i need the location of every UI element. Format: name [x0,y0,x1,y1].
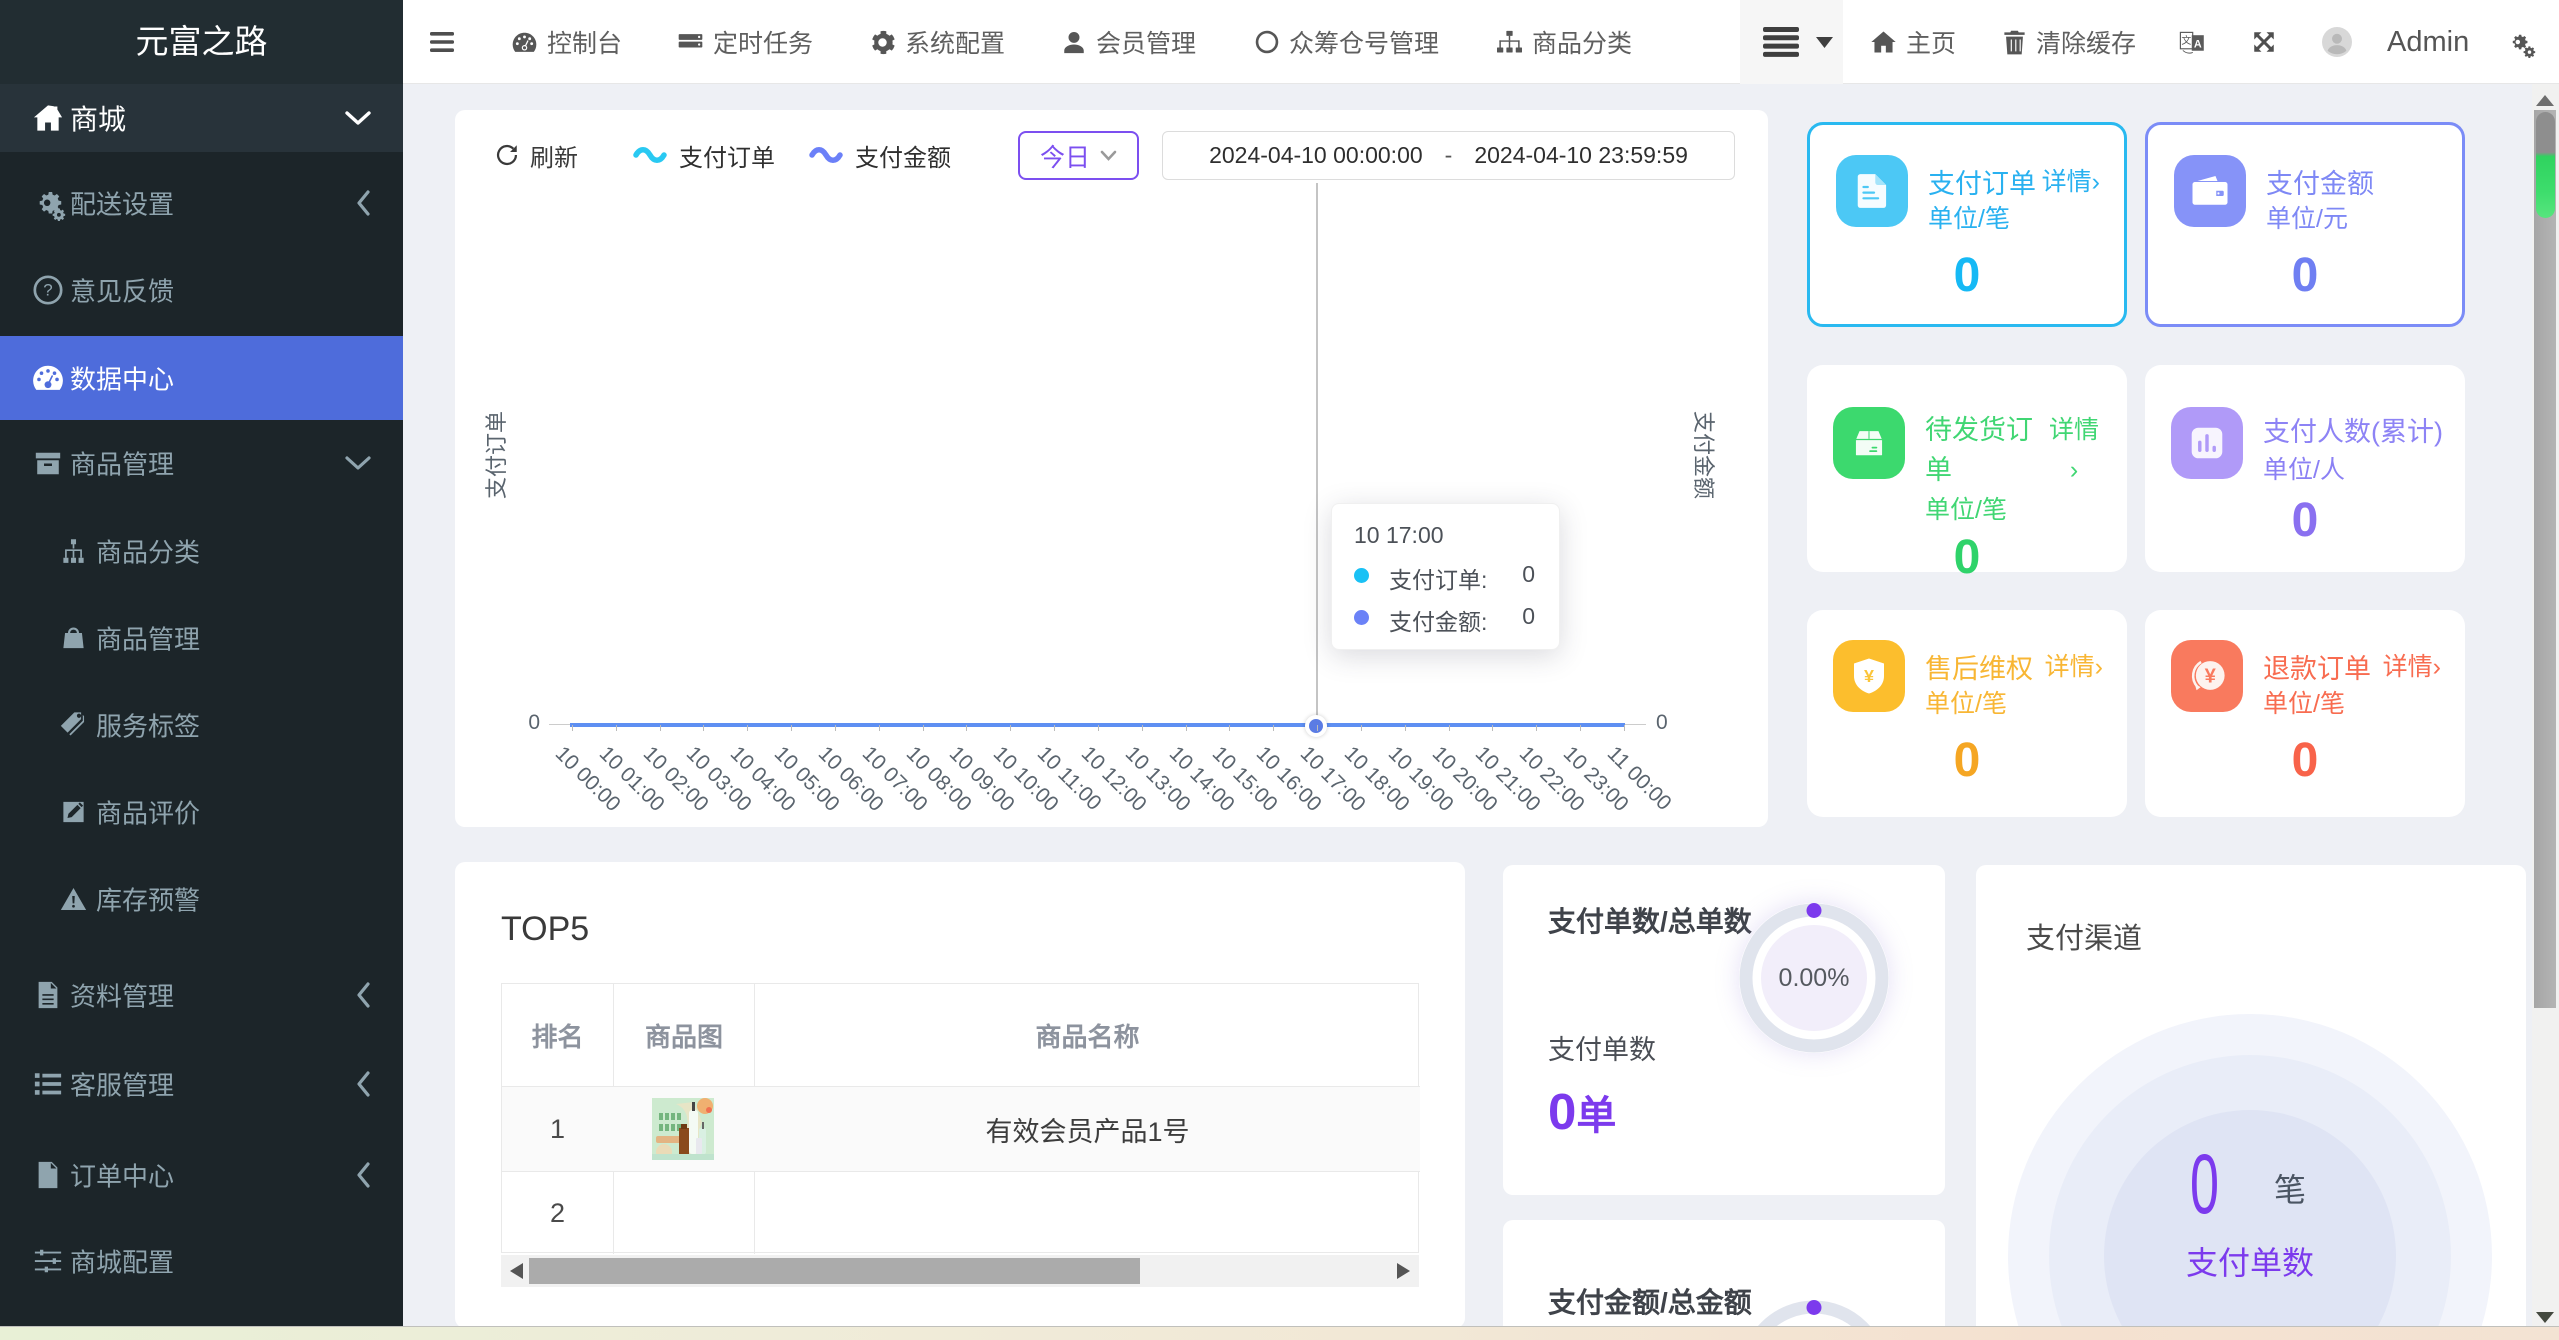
svg-text:¥: ¥ [2205,666,2217,688]
svg-text:¥: ¥ [1864,666,1874,686]
svg-text:A: A [2194,39,2202,51]
svg-text:?: ? [43,281,52,300]
svg-text:文: 文 [2181,34,2191,47]
